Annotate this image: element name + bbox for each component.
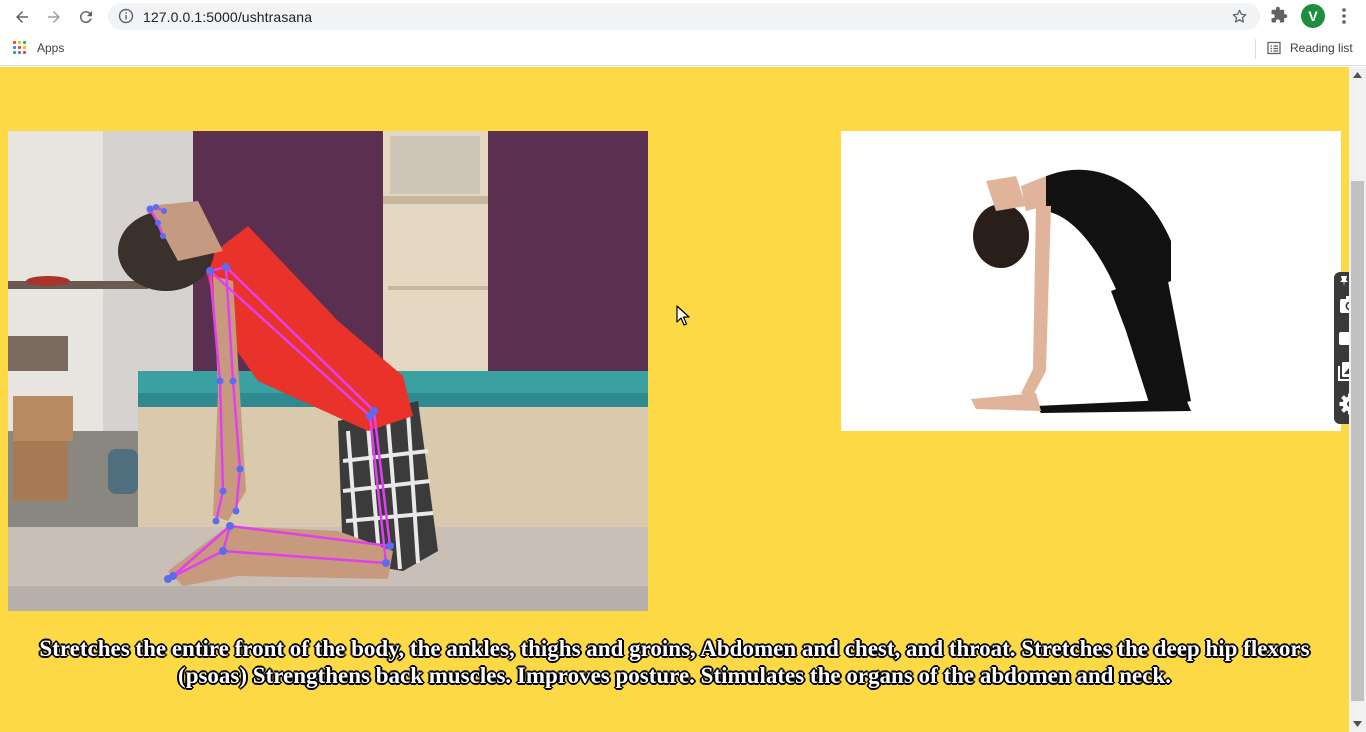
back-button[interactable] bbox=[9, 4, 35, 30]
reading-list-icon bbox=[1267, 41, 1281, 55]
apps-grid-icon bbox=[13, 41, 27, 55]
menu-icon[interactable] bbox=[1337, 6, 1351, 26]
extensions-icon[interactable] bbox=[1270, 6, 1288, 24]
pose-benefits-text: Stretches the entire front of the body, … bbox=[39, 636, 1310, 688]
info-icon[interactable] bbox=[118, 8, 134, 24]
scroll-up-arrow-icon[interactable] bbox=[1353, 72, 1362, 78]
reading-list-label: Reading list bbox=[1290, 41, 1353, 55]
webcam-pose-image bbox=[8, 131, 648, 611]
page-scrollbar[interactable] bbox=[1349, 67, 1366, 732]
forward-icon bbox=[48, 11, 60, 23]
scrollbar-thumb[interactable] bbox=[1351, 181, 1364, 701]
mouse-cursor-icon bbox=[676, 305, 690, 326]
scroll-down-arrow-icon[interactable] bbox=[1353, 721, 1362, 727]
bookmark-star-icon[interactable] bbox=[1231, 8, 1248, 25]
reference-pose-image bbox=[841, 131, 1341, 431]
profile-avatar[interactable]: V bbox=[1301, 4, 1325, 28]
camera-feed bbox=[8, 131, 648, 611]
reading-list-button[interactable]: Reading list bbox=[1267, 41, 1353, 55]
bookmarks-divider bbox=[1255, 39, 1256, 59]
bookmarks-bar: Apps Reading list bbox=[0, 33, 1366, 66]
ushtrasana-reference-pose bbox=[841, 131, 1341, 431]
url-text[interactable]: 127.0.0.1:5000/ushtrasana bbox=[143, 9, 312, 25]
page-viewport: Stretches the entire front of the body, … bbox=[0, 67, 1349, 732]
reload-icon bbox=[79, 11, 92, 24]
apps-label: Apps bbox=[37, 41, 65, 55]
forward-button[interactable] bbox=[41, 4, 67, 30]
apps-shortcut[interactable]: Apps bbox=[13, 40, 64, 56]
browser-toolbar: 127.0.0.1:5000/ushtrasana V bbox=[0, 0, 1366, 33]
address-bar[interactable]: 127.0.0.1:5000/ushtrasana bbox=[108, 3, 1260, 30]
back-icon bbox=[16, 11, 28, 23]
reload-button[interactable] bbox=[73, 4, 99, 30]
